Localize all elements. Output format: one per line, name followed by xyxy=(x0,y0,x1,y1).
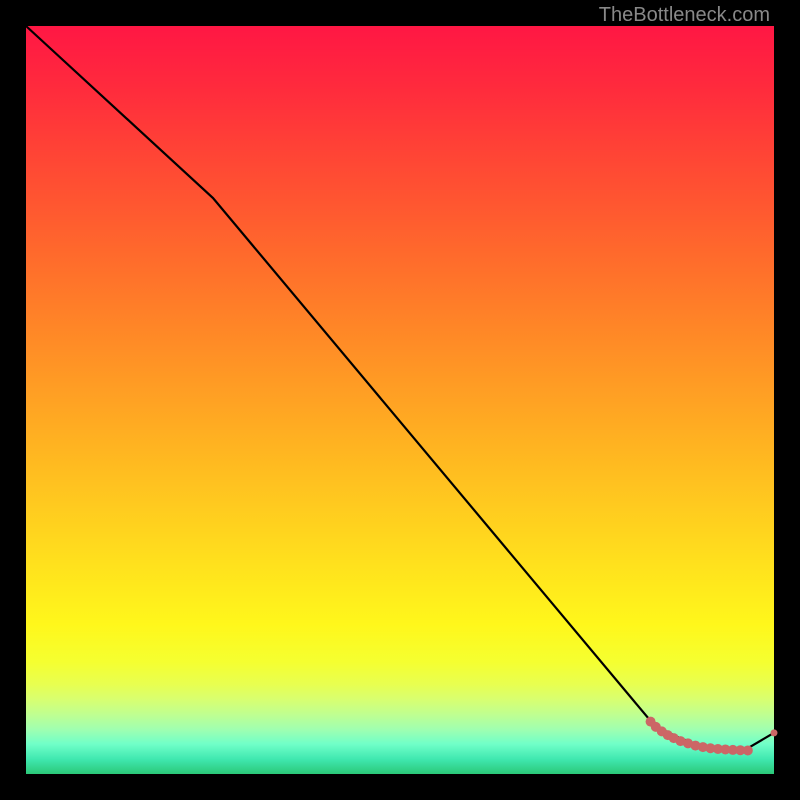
markers-group xyxy=(646,717,778,756)
watermark-text: TheBottleneck.com xyxy=(599,4,770,27)
plot-area xyxy=(26,26,774,774)
data-point xyxy=(743,745,753,755)
curve-path xyxy=(26,26,774,750)
chart-svg xyxy=(26,26,774,774)
line-series xyxy=(26,26,774,750)
data-point xyxy=(771,729,778,736)
chart-container: TheBottleneck.com xyxy=(0,0,800,800)
